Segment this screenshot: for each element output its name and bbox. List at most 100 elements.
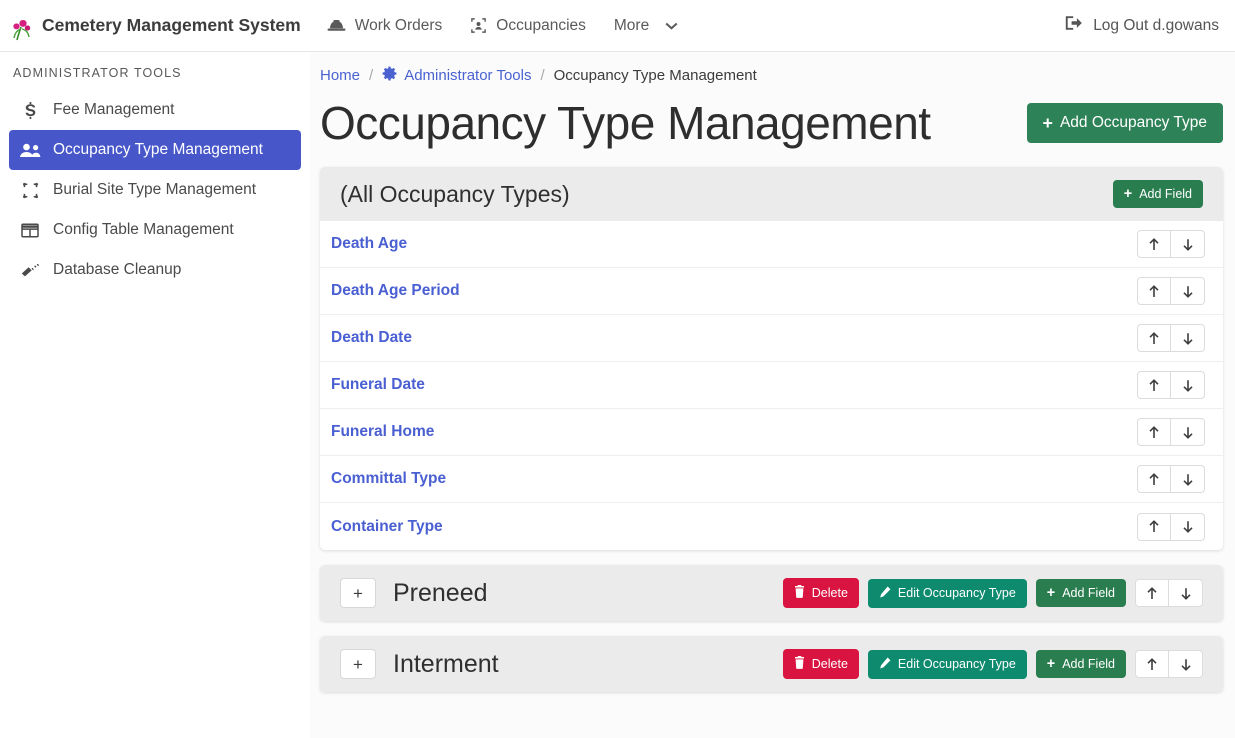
sidebar-item-occupancy-type-management-label: Occupancy Type Management [53, 141, 263, 159]
edit-occupancy-type-button-label: Edit Occupancy Type [898, 657, 1016, 671]
sidebar-title: ADMINISTRATOR TOOLS [9, 66, 301, 90]
move-up-button[interactable] [1137, 371, 1171, 399]
logout-label: Log Out d.gowans [1093, 17, 1219, 35]
table-icon [19, 223, 41, 238]
move-down-button[interactable] [1171, 465, 1205, 493]
field-link[interactable]: Committal Type [331, 470, 446, 488]
move-up-button[interactable] [1135, 579, 1169, 607]
move-up-button[interactable] [1137, 418, 1171, 446]
table-row: Death Age [320, 221, 1223, 268]
breadcrumb-administrator-tools-label: Administrator Tools [404, 67, 531, 84]
sidebar-item-config-table-management-label: Config Table Management [53, 221, 234, 239]
person-frame-icon [470, 17, 487, 34]
move-down-button[interactable] [1171, 371, 1205, 399]
reorder-button-group [1137, 418, 1205, 446]
table-row: Death Age Period [320, 268, 1223, 315]
sidebar-item-burial-site-type-management[interactable]: Burial Site Type Management [9, 170, 301, 210]
occupancy-type-card-interment-left: + Interment [340, 649, 499, 679]
brand[interactable]: Cemetery Management System [10, 11, 301, 41]
table-row: Funeral Home [320, 409, 1223, 456]
logout-button[interactable]: Log Out d.gowans [1065, 15, 1219, 36]
sidebar-item-occupancy-type-management[interactable]: Occupancy Type Management [9, 130, 301, 170]
delete-button-label: Delete [812, 657, 848, 671]
reorder-button-group [1135, 579, 1203, 607]
top-navbar: Cemetery Management System Work Orders O… [0, 0, 1235, 52]
move-up-button[interactable] [1137, 465, 1171, 493]
move-down-button[interactable] [1171, 324, 1205, 352]
all-occupancy-types-title: (All Occupancy Types) [340, 181, 570, 208]
field-link[interactable]: Funeral Date [331, 376, 425, 394]
occupancy-type-card-preneed-header: + Preneed Delete Edit Occupancy T [320, 565, 1223, 621]
sidebar-item-config-table-management[interactable]: Config Table Management [9, 210, 301, 250]
reorder-button-group [1135, 650, 1203, 678]
field-link[interactable]: Container Type [331, 518, 443, 536]
all-occupancy-types-card: (All Occupancy Types) + Add Field Death … [320, 167, 1223, 550]
occupancy-type-card-preneed-actions: Delete Edit Occupancy Type + Add Field [783, 578, 1203, 608]
table-row: Funeral Date [320, 362, 1223, 409]
edit-occupancy-type-button[interactable]: Edit Occupancy Type [868, 650, 1027, 679]
field-link[interactable]: Funeral Home [331, 423, 434, 441]
field-link[interactable]: Death Age [331, 235, 407, 253]
breadcrumb-home[interactable]: Home [320, 67, 360, 84]
breadcrumb: Home / Administrator Tools / Occupancy T… [320, 52, 1223, 85]
nav-item-occupancies[interactable]: Occupancies [470, 17, 586, 35]
add-field-button-label: Add Field [1062, 657, 1115, 671]
table-row: Death Date [320, 315, 1223, 362]
nav-item-work-orders-label: Work Orders [355, 17, 443, 35]
tulips-icon [10, 11, 34, 41]
sidebar-item-burial-site-type-management-label: Burial Site Type Management [53, 181, 256, 199]
sidebar: ADMINISTRATOR TOOLS Fee Management Occup… [0, 52, 310, 738]
move-up-button[interactable] [1137, 230, 1171, 258]
broom-icon [19, 263, 41, 278]
add-field-button-label: Add Field [1062, 586, 1115, 600]
edit-occupancy-type-button[interactable]: Edit Occupancy Type [868, 579, 1027, 608]
move-up-button[interactable] [1137, 277, 1171, 305]
delete-button-label: Delete [812, 586, 848, 600]
add-occupancy-type-button[interactable]: + Add Occupancy Type [1027, 103, 1223, 143]
add-field-button-all-types[interactable]: + Add Field [1113, 180, 1203, 208]
move-down-button[interactable] [1171, 230, 1205, 258]
move-up-button[interactable] [1137, 324, 1171, 352]
move-down-button[interactable] [1171, 513, 1205, 541]
field-link[interactable]: Death Age Period [331, 282, 460, 300]
reorder-button-group [1137, 371, 1205, 399]
page-header: Occupancy Type Management + Add Occupanc… [320, 85, 1223, 152]
move-down-button[interactable] [1171, 277, 1205, 305]
brand-label: Cemetery Management System [42, 15, 301, 36]
breadcrumb-administrator-tools[interactable]: Administrator Tools [382, 66, 531, 85]
plus-icon: + [1047, 657, 1055, 671]
add-field-button[interactable]: + Add Field [1036, 650, 1126, 678]
move-up-button[interactable] [1137, 513, 1171, 541]
move-down-button[interactable] [1169, 650, 1203, 678]
reorder-button-group [1137, 513, 1205, 541]
reorder-button-group [1137, 465, 1205, 493]
move-down-button[interactable] [1169, 579, 1203, 607]
sidebar-item-database-cleanup[interactable]: Database Cleanup [9, 250, 301, 290]
delete-button[interactable]: Delete [783, 578, 859, 608]
main-layout: ADMINISTRATOR TOOLS Fee Management Occup… [0, 52, 1235, 738]
people-icon [19, 143, 41, 158]
add-field-button[interactable]: + Add Field [1036, 579, 1126, 607]
expand-button[interactable]: + [340, 649, 376, 679]
sidebar-item-fee-management[interactable]: Fee Management [9, 90, 301, 130]
field-link[interactable]: Death Date [331, 329, 412, 347]
expand-button[interactable]: + [340, 578, 376, 608]
pencil-icon [879, 586, 891, 601]
content-area: Home / Administrator Tools / Occupancy T… [310, 52, 1235, 738]
delete-button[interactable]: Delete [783, 649, 859, 679]
plot-frame-icon [19, 182, 41, 199]
nav-item-more-label: More [614, 17, 649, 35]
dollar-icon [19, 102, 41, 119]
plus-icon: + [1124, 187, 1132, 201]
move-up-button[interactable] [1135, 650, 1169, 678]
occupancy-type-card-preneed-left: + Preneed [340, 578, 488, 608]
nav-item-more[interactable]: More [614, 17, 678, 35]
edit-occupancy-type-button-label: Edit Occupancy Type [898, 586, 1016, 600]
occupancy-type-card-interment-header: + Interment Delete Edit Occupancy [320, 636, 1223, 692]
move-down-button[interactable] [1171, 418, 1205, 446]
table-row: Committal Type [320, 456, 1223, 503]
nav-item-work-orders[interactable]: Work Orders [327, 17, 443, 35]
gear-icon [382, 66, 397, 85]
all-occupancy-types-card-header: (All Occupancy Types) + Add Field [320, 167, 1223, 221]
breadcrumb-separator-2: / [540, 67, 544, 84]
